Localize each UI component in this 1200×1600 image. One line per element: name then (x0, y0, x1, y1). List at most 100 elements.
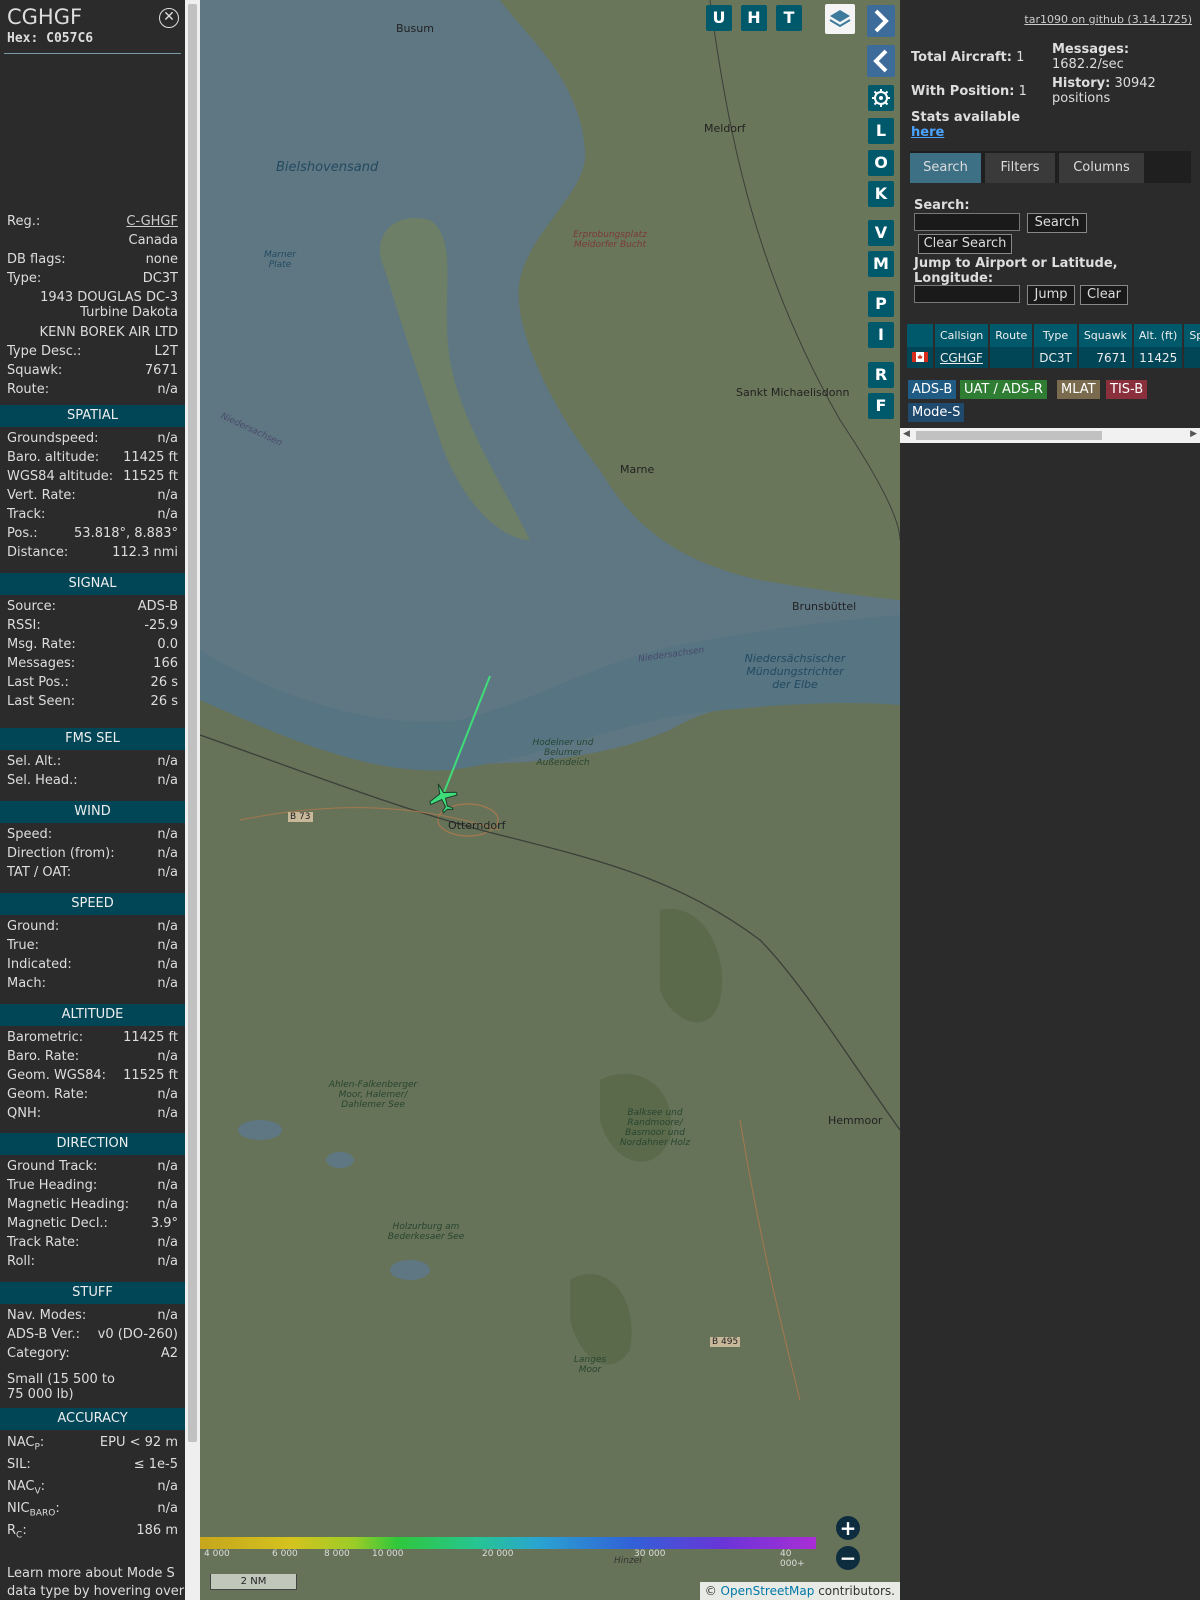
toggle-i-button[interactable]: I (868, 322, 894, 348)
accuracy-row: NICBARO: n/a (7, 1500, 178, 1519)
details-scrollbar[interactable] (185, 0, 200, 1600)
table-scrollbar-thumb[interactable] (916, 431, 1102, 440)
altitude-label: Barometric: (7, 1030, 84, 1045)
toggle-f-button[interactable]: F (868, 393, 894, 419)
toggle-u-button[interactable]: U (706, 5, 732, 31)
toggle-v-button[interactable]: V (868, 220, 894, 246)
chevron-right-icon[interactable] (867, 5, 895, 37)
search-input[interactable] (914, 213, 1020, 231)
stats-available: Stats available here (911, 110, 1041, 140)
toggle-p-button[interactable]: P (868, 291, 894, 317)
search-button[interactable]: Search (1027, 213, 1087, 233)
toggle-h-button[interactable]: H (741, 5, 767, 31)
version-link[interactable]: tar1090 on github (3.14.1725) (1024, 13, 1192, 26)
accuracy-label-wrap: NICBARO: (7, 1500, 60, 1523)
toggle-t-button[interactable]: T (776, 5, 802, 31)
tab-filters[interactable]: Filters (985, 153, 1055, 183)
accuracy-label-wrap: NACP: (7, 1434, 44, 1457)
column-header-squawk[interactable]: Squawk (1077, 324, 1134, 347)
with-position-label: With Position: (911, 84, 1015, 99)
toggle-o-button[interactable]: O (868, 150, 894, 176)
direction-value: n/a (157, 1235, 178, 1250)
close-icon[interactable]: ✕ (159, 8, 179, 28)
map-view[interactable]: Busum Meldorf Bielshovensand Erprobungsp… (200, 0, 900, 1600)
row-altitude: 11425 (1132, 347, 1185, 368)
route-row: Route: n/a (7, 381, 178, 399)
accuracy-row: NACP: EPU < 92 m (7, 1434, 178, 1453)
zoom-in-icon[interactable]: + (836, 1516, 860, 1540)
direction-value: n/a (157, 1178, 178, 1193)
row-callsign-link[interactable]: CGHGF (940, 351, 983, 365)
signal-row: Last Pos.: 26 s (7, 674, 178, 692)
table-row[interactable]: CGHGF DC3T 7671 11425 (907, 347, 1200, 368)
spatial-value: 11425 ft (123, 450, 178, 465)
altitude-row: Baro. Rate: n/a (7, 1048, 178, 1066)
speed-value: n/a (157, 919, 178, 934)
jump-button[interactable]: Jump (1027, 285, 1075, 305)
accuracy-label-subscript: BARO (29, 1508, 56, 1519)
chevron-left-icon[interactable] (867, 45, 895, 77)
scroll-left-arrow-icon[interactable]: ◀ (903, 429, 910, 439)
accuracy-label-wrap: NACV: (7, 1478, 45, 1501)
direction-value: n/a (157, 1159, 178, 1174)
squawk-value: 7671 (144, 363, 178, 378)
column-header-altitude[interactable]: Alt. (ft) (1132, 324, 1185, 347)
altitude-value: 11425 ft (123, 1030, 178, 1045)
reg-row: Reg.: C-GHGF (7, 213, 178, 231)
signal-label: Msg. Rate: (7, 637, 76, 652)
column-header-route[interactable]: Route (989, 324, 1035, 347)
toggle-r-button[interactable]: R (868, 362, 894, 388)
row-callsign[interactable]: CGHGF (934, 347, 991, 368)
accuracy-value: n/a (157, 1479, 178, 1494)
place-label: Otterndorf (448, 819, 506, 832)
speed-row: Indicated: n/a (7, 956, 178, 974)
column-header-speed[interactable]: Spd. (1183, 324, 1200, 347)
signal-label: Source: (7, 599, 57, 614)
signal-value: 26 s (150, 675, 178, 690)
footer-note: Learn more about Mode S data type by hov… (7, 1566, 185, 1599)
toggle-l-button[interactable]: L (868, 118, 894, 144)
aircraft-list-panel: tar1090 on github (3.14.1725) Total Airc… (900, 0, 1200, 1600)
details-scrollbar-thumb[interactable] (188, 4, 197, 1442)
wind-value: n/a (157, 846, 178, 861)
tab-search[interactable]: Search (910, 153, 981, 183)
total-aircraft-label: Total Aircraft: (911, 50, 1012, 65)
type-full-name: 1943 DOUGLAS DC-3 Turbine Dakota (40, 290, 178, 320)
spatial-row: Pos.: 53.818°, 8.883° (7, 525, 178, 543)
toggle-k-button[interactable]: K (868, 181, 894, 207)
speed-value: n/a (157, 957, 178, 972)
place-label: Hemmoor (828, 1114, 883, 1127)
stuff-row: Category: A2 (7, 1345, 178, 1363)
altitude-tick: 10 000 (372, 1549, 404, 1559)
scroll-right-arrow-icon[interactable]: ▶ (1190, 429, 1197, 439)
openstreetmap-link[interactable]: OpenStreetMap (721, 1584, 815, 1598)
signal-value: -25.9 (144, 618, 178, 633)
direction-label: Roll: (7, 1254, 36, 1269)
accuracy-label-colon: : (55, 1501, 60, 1516)
place-label: Erprobungsplatz Meldorfer Bucht (573, 230, 647, 250)
table-horizontal-scrollbar[interactable]: ◀ ▶ (900, 428, 1200, 443)
aircraft-details-panel: CGHGF Hex: C057C6 ✕ Reg.: C-GHGF Canada … (0, 0, 200, 1600)
jump-input[interactable] (914, 285, 1020, 303)
layers-icon[interactable] (825, 4, 855, 34)
history-label: History: (1052, 76, 1111, 91)
accuracy-label: NIC (7, 1501, 30, 1516)
registration-link[interactable]: C-GHGF (126, 213, 178, 231)
stuff-value: A2 (160, 1346, 178, 1361)
settings-gear-icon[interactable] (868, 85, 894, 111)
stats-here-link[interactable]: here (911, 125, 944, 140)
attribution-suffix: contributors. (814, 1584, 895, 1598)
signal-value: 166 (153, 656, 178, 671)
clear-jump-button[interactable]: Clear (1080, 285, 1128, 305)
tab-columns[interactable]: Columns (1059, 153, 1144, 183)
toggle-m-button[interactable]: M (868, 251, 894, 277)
zoom-out-icon[interactable]: − (836, 1546, 860, 1570)
column-header-type[interactable]: Type (1033, 324, 1079, 347)
column-header-callsign[interactable]: Callsign (934, 324, 991, 347)
wind-label: Direction (from): (7, 846, 115, 861)
dbflags-label: DB flags: (7, 252, 66, 267)
place-label: Bielshovensand (276, 160, 379, 175)
direction-row: True Heading: n/a (7, 1177, 178, 1195)
clear-search-button[interactable]: Clear Search (918, 234, 1012, 254)
speed-label: Mach: (7, 976, 46, 991)
